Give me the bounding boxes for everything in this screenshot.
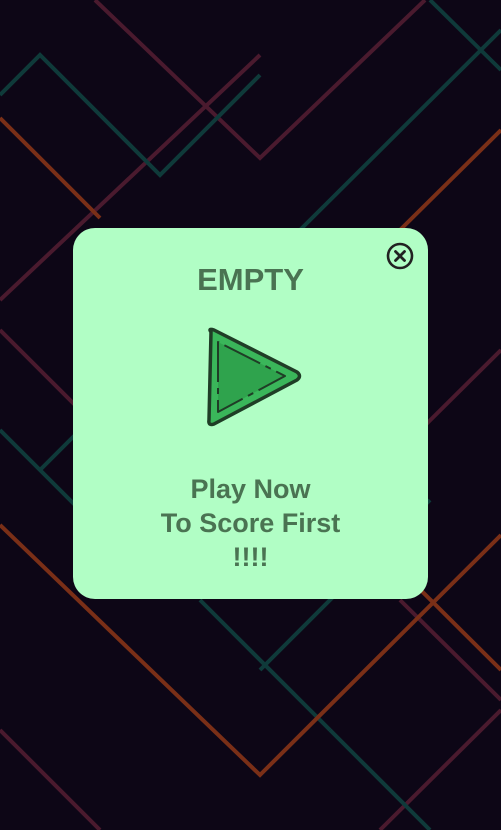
popup-message: Play Now To Score First !!!! [73,472,428,574]
message-line: !!!! [232,542,269,572]
message-line: Play Now [190,474,311,504]
play-triangle-icon [207,327,302,427]
popup-title: EMPTY [197,262,304,297]
message-line: To Score First [160,508,341,538]
empty-score-popup: EMPTY Play Now To Score First !!!! [73,228,428,599]
play-button[interactable] [203,324,303,434]
